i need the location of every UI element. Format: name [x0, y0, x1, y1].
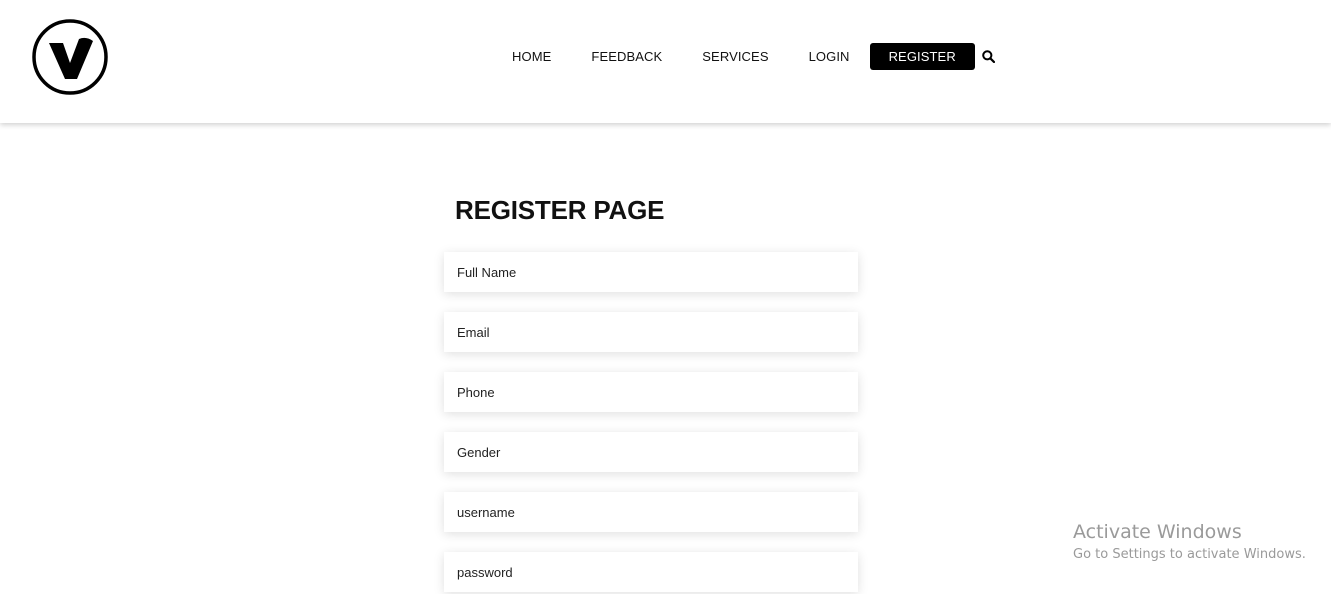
- nav-services[interactable]: SERVICES: [682, 43, 788, 70]
- phone-field[interactable]: [444, 372, 858, 412]
- nav-home[interactable]: HOME: [492, 43, 571, 70]
- gender-field[interactable]: [444, 432, 858, 472]
- nav-feedback[interactable]: FEEDBACK: [571, 43, 682, 70]
- main-nav: HOME FEEDBACK SERVICES LOGIN REGISTER: [492, 43, 1003, 70]
- nav-register[interactable]: REGISTER: [869, 43, 975, 70]
- register-section: REGISTER PAGE: [0, 123, 1331, 594]
- search-icon: [982, 50, 996, 63]
- search-button[interactable]: [975, 43, 1003, 70]
- v-circle-logo-icon: [32, 19, 108, 95]
- nav-login[interactable]: LOGIN: [789, 43, 870, 70]
- full-name-field[interactable]: [444, 252, 858, 292]
- email-field[interactable]: [444, 312, 858, 352]
- site-header: HOME FEEDBACK SERVICES LOGIN REGISTER: [0, 0, 1331, 123]
- password-field[interactable]: [444, 552, 858, 592]
- page-title: REGISTER PAGE: [455, 195, 665, 225]
- logo[interactable]: [32, 19, 108, 95]
- username-field[interactable]: [444, 492, 858, 532]
